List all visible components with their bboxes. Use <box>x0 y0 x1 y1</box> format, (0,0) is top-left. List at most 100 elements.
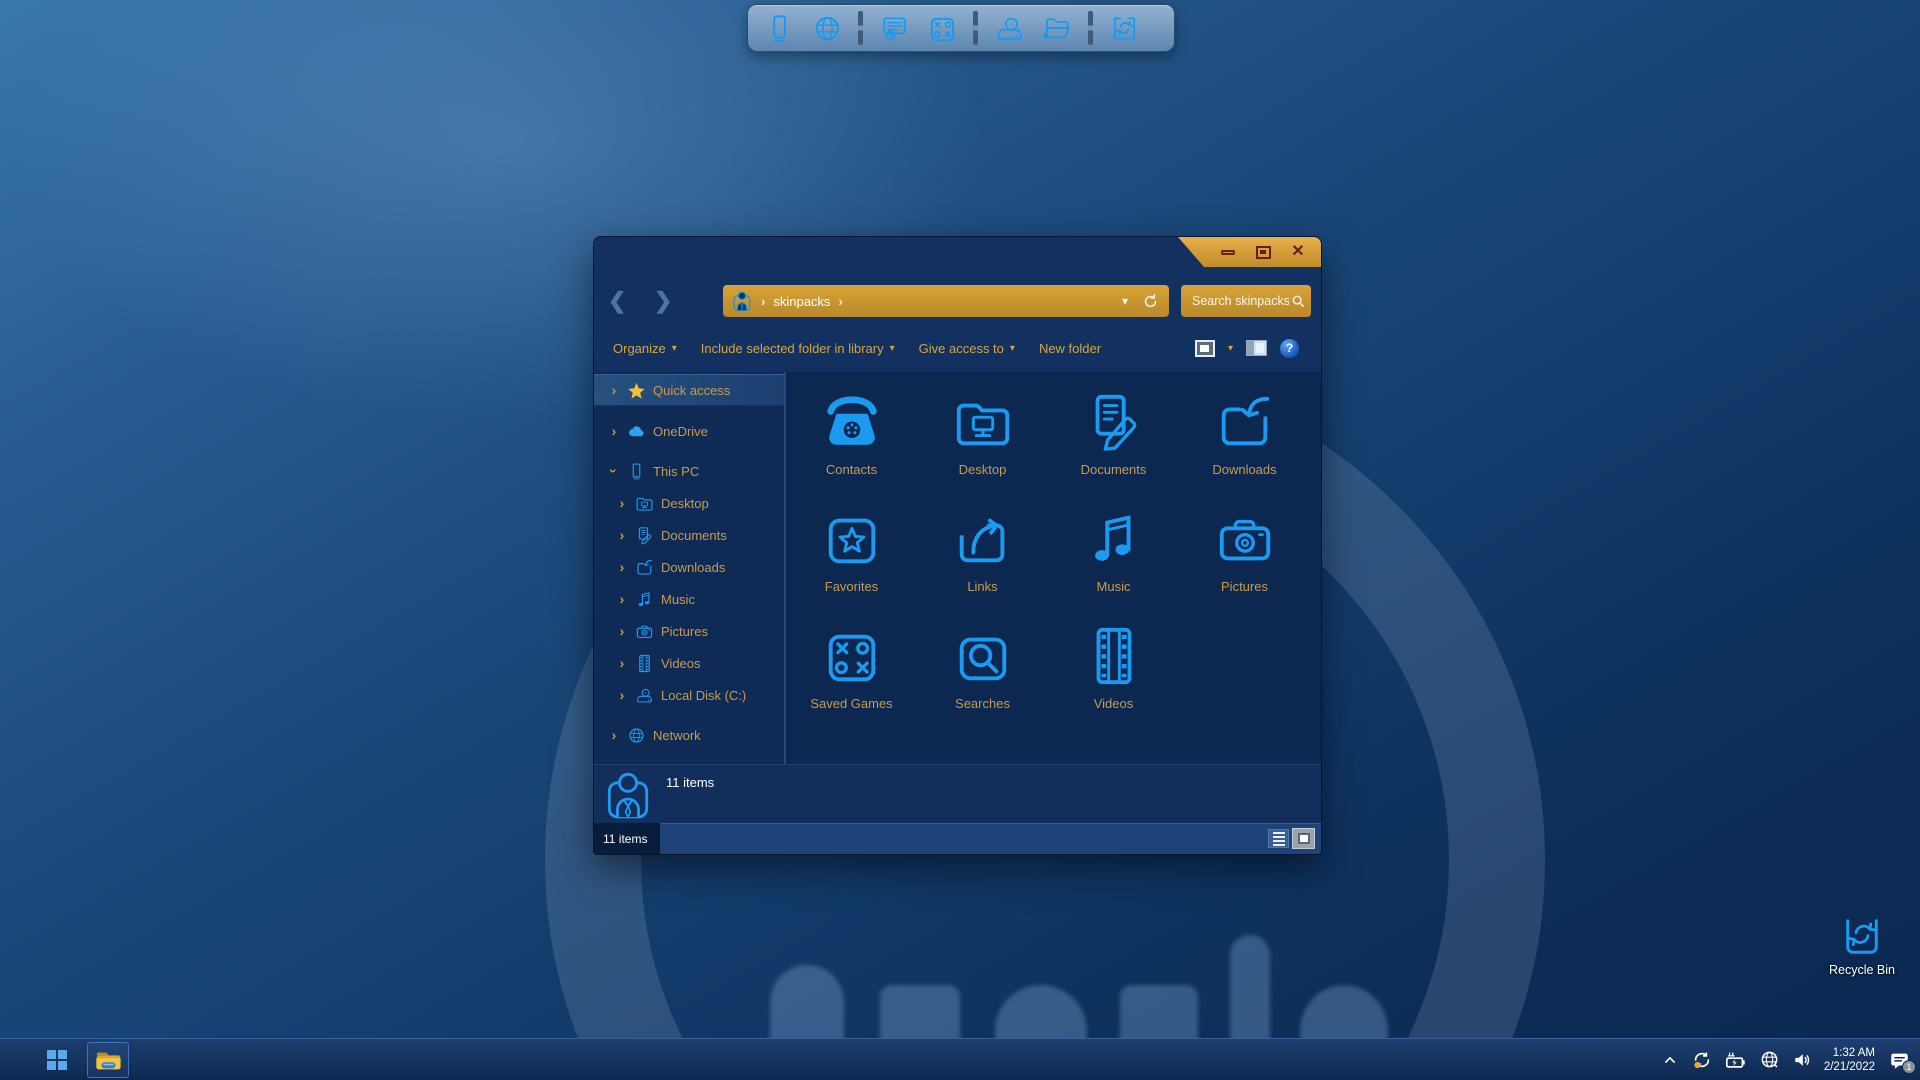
dropdown-arrow-icon: ▾ <box>1010 343 1015 354</box>
sidebar-item-this-pc[interactable]: › This PC <box>594 455 784 487</box>
expand-chevron-icon[interactable]: › <box>616 591 628 607</box>
help-button[interactable]: ? <box>1280 339 1299 358</box>
forward-button[interactable]: ❯ <box>654 286 672 316</box>
include-in-library-menu[interactable]: Include selected folder in library▾ <box>701 341 895 356</box>
breadcrumb-separator: › <box>761 294 765 309</box>
expand-chevron-icon[interactable]: › <box>608 382 620 398</box>
taskbar-clock[interactable]: 1:32 AM 2/21/2022 <box>1824 1046 1875 1074</box>
folder-tile-desktop[interactable]: Desktop <box>917 387 1048 504</box>
address-dropdown-icon[interactable]: ▾ <box>1122 294 1128 308</box>
maximize-button[interactable] <box>1252 243 1274 261</box>
volume-icon[interactable] <box>1791 1050 1813 1070</box>
link-arrow-icon <box>952 508 1014 570</box>
expand-chevron-icon[interactable]: › <box>616 495 628 511</box>
globe-icon <box>627 726 646 745</box>
back-button[interactable]: ❮ <box>608 286 626 316</box>
sidebar-item-network[interactable]: › Network <box>594 719 784 751</box>
details-view-button[interactable] <box>1268 829 1289 848</box>
sidebar-item-documents[interactable]: › Documents <box>594 519 784 551</box>
change-view-button[interactable] <box>1195 340 1215 357</box>
phone-icon <box>821 391 883 453</box>
close-button[interactable]: ✕ <box>1287 243 1309 261</box>
notification-center-button[interactable]: 1 <box>1886 1048 1912 1072</box>
new-folder-button[interactable]: New folder <box>1039 341 1101 356</box>
desktop-folder-icon <box>952 391 1014 453</box>
folder-tile-documents[interactable]: Documents <box>1048 387 1179 504</box>
desktop: ✕ ❮ ❯ › skinpacks › ▾ Organize▾ Include … <box>0 0 1920 1080</box>
collapse-chevron-icon[interactable]: › <box>606 465 622 477</box>
navigation-pane: › Quick access › OneDrive › This PC › De… <box>594 372 784 764</box>
expand-chevron-icon[interactable]: › <box>616 623 628 639</box>
breadcrumb-separator[interactable]: › <box>838 294 842 309</box>
expand-chevron-icon[interactable]: › <box>616 559 628 575</box>
dock-folder-open-icon[interactable] <box>1040 11 1074 45</box>
filmstrip-icon <box>635 654 654 673</box>
explorer-window: ✕ ❮ ❯ › skinpacks › ▾ Organize▾ Include … <box>593 236 1322 855</box>
folder-tile-searches[interactable]: Searches <box>917 621 1048 738</box>
dock-disc-drive-icon[interactable] <box>992 11 1026 45</box>
folder-tile-contacts[interactable]: Contacts <box>786 387 917 504</box>
dropdown-arrow-icon: ▾ <box>890 343 895 354</box>
start-button[interactable] <box>44 1047 70 1073</box>
file-list-pane: Contacts Desktop Documents Downloads Fav… <box>786 372 1321 764</box>
expand-chevron-icon[interactable]: › <box>616 655 628 671</box>
desktop-folder-icon <box>635 494 654 513</box>
breadcrumb-skinpacks[interactable]: skinpacks <box>773 294 830 309</box>
filmstrip-icon <box>1083 625 1145 687</box>
organize-menu[interactable]: Organize▾ <box>613 341 677 356</box>
folder-tile-videos[interactable]: Videos <box>1048 621 1179 738</box>
file-explorer-taskbar-button[interactable] <box>87 1042 129 1078</box>
search-box[interactable] <box>1181 285 1311 317</box>
recycle-bin-label: Recycle Bin <box>1824 963 1900 977</box>
folder-tile-links[interactable]: Links <box>917 504 1048 621</box>
sidebar-item-music[interactable]: › Music <box>594 583 784 615</box>
give-access-menu[interactable]: Give access to▾ <box>919 341 1015 356</box>
view-dropdown-icon[interactable]: ▾ <box>1228 343 1233 354</box>
folder-tile-downloads[interactable]: Downloads <box>1179 387 1310 504</box>
sidebar-item-downloads[interactable]: › Downloads <box>594 551 784 583</box>
expand-chevron-icon[interactable]: › <box>608 423 620 439</box>
star-box-icon <box>821 508 883 570</box>
search-input[interactable] <box>1190 293 1291 309</box>
search-icon[interactable] <box>1291 294 1305 308</box>
folder-tile-pictures[interactable]: Pictures <box>1179 504 1310 621</box>
sync-status-icon[interactable] <box>1691 1049 1713 1071</box>
sidebar-item-videos[interactable]: › Videos <box>594 647 784 679</box>
notification-badge: 1 <box>1902 1060 1916 1074</box>
recycle-bin-shortcut[interactable]: Recycle Bin <box>1824 908 1900 977</box>
folder-tile-music[interactable]: Music <box>1048 504 1179 621</box>
status-item-count: 11 items <box>594 823 660 854</box>
icons-view-button[interactable] <box>1292 828 1315 849</box>
folder-tile-favorites[interactable]: Favorites <box>786 504 917 621</box>
expand-chevron-icon[interactable]: › <box>616 527 628 543</box>
refresh-icon[interactable] <box>1142 293 1159 310</box>
music-icon <box>635 590 654 609</box>
preview-pane-button[interactable] <box>1246 340 1267 356</box>
sidebar-item-desktop[interactable]: › Desktop <box>594 487 784 519</box>
title-bar[interactable]: ✕ <box>594 237 1321 269</box>
expand-chevron-icon[interactable]: › <box>608 727 620 743</box>
folder-tile-saved-games[interactable]: Saved Games <box>786 621 917 738</box>
dock-globe-icon[interactable] <box>810 11 844 45</box>
dock-messages-icon[interactable] <box>877 11 911 45</box>
documents-icon <box>1083 391 1145 453</box>
dock-divider <box>1088 11 1093 45</box>
dock-tablet-icon[interactable] <box>762 11 796 45</box>
dock-divider <box>973 11 978 45</box>
address-bar[interactable]: › skinpacks › ▾ <box>723 285 1169 317</box>
dock-refresh-icon[interactable] <box>1107 11 1141 45</box>
dock-games-icon[interactable] <box>925 11 959 45</box>
sidebar-item-local-disk[interactable]: › Local Disk (C:) <box>594 679 784 711</box>
sidebar-item-onedrive[interactable]: › OneDrive <box>594 415 784 447</box>
music-icon <box>1083 508 1145 570</box>
user-person-icon <box>602 769 654 821</box>
network-globe-icon[interactable] <box>1759 1049 1780 1070</box>
sidebar-item-quick-access[interactable]: › Quick access <box>594 374 784 406</box>
expand-chevron-icon[interactable]: › <box>616 687 628 703</box>
sidebar-item-pictures[interactable]: › Pictures <box>594 615 784 647</box>
search-box-icon <box>952 625 1014 687</box>
minimize-button[interactable] <box>1217 243 1239 261</box>
dropdown-arrow-icon: ▾ <box>672 343 677 354</box>
tray-chevron-up-icon[interactable] <box>1660 1050 1680 1070</box>
battery-charging-icon[interactable] <box>1724 1049 1748 1071</box>
